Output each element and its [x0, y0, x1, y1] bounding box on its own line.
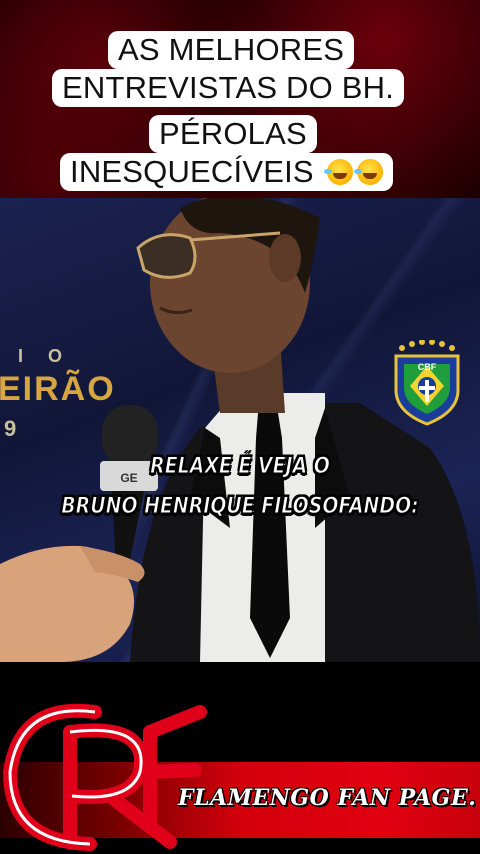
laughing-emoji-icon [353, 159, 383, 185]
fan-page-label: FLAMENGO FAN PAGE. [178, 785, 477, 811]
caption-line-2: BRUNO HENRIQUE FILOSOFANDO: [61, 494, 419, 520]
flamengo-crf-logo-icon [2, 703, 207, 851]
interviewer-hand [0, 545, 145, 662]
title-line-4-text: INESQUECÍVEIS [70, 154, 314, 189]
video-frame[interactable]: I O EIRÃO 9 CBF GE RELAXE É VEJA O BRUNO… [0, 198, 480, 662]
title-line-2: ENTREVISTAS DO BH. [52, 69, 405, 107]
backdrop-text-main: EIRÃO [0, 370, 116, 408]
title-line-4: INESQUECÍVEIS [60, 153, 393, 191]
title-line-3: PÉROLAS [149, 115, 317, 153]
title-line-1: AS MELHORES [108, 31, 355, 69]
backdrop-text-year: 9 [4, 416, 19, 441]
backdrop-text-top: I O [18, 346, 73, 366]
bottom-banner: FLAMENGO FAN PAGE. [0, 662, 480, 854]
top-banner: AS MELHORES ENTREVISTAS DO BH. PÉROLAS I… [0, 0, 480, 198]
caption-line-1: RELAXE É VEJA O [150, 454, 331, 480]
laughing-emoji-icon [323, 159, 353, 185]
